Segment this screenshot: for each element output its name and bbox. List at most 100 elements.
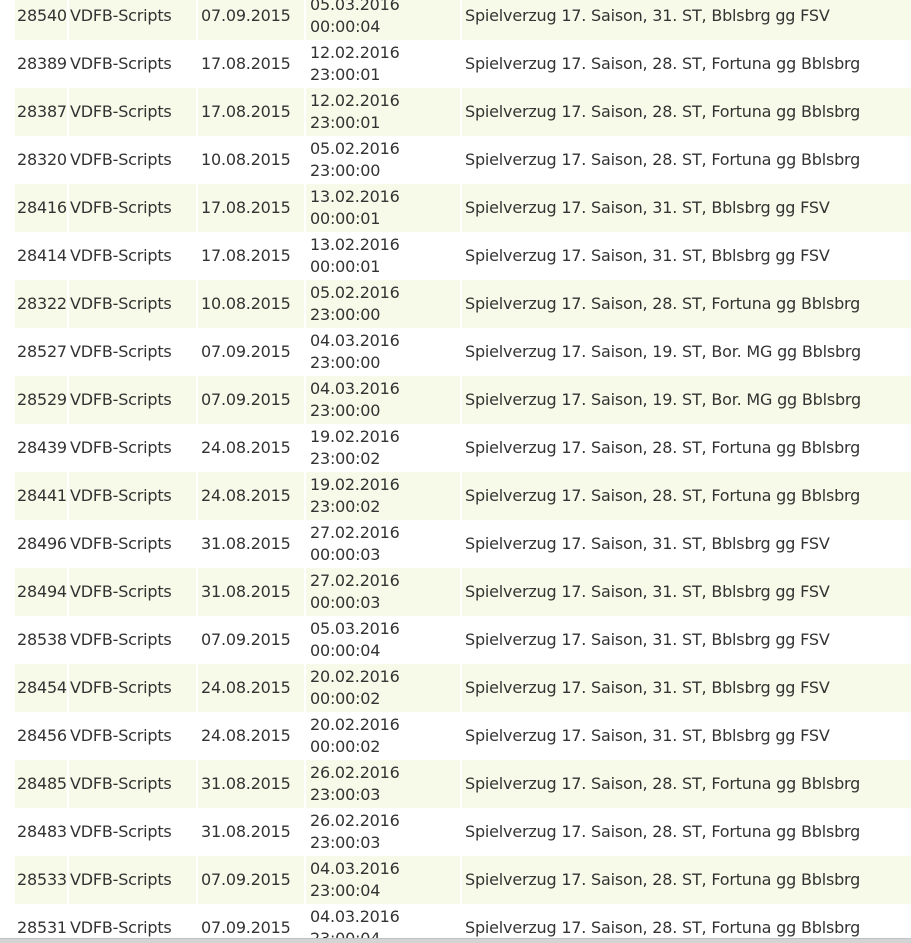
table-row: 28439 VDFB-Scripts 24.08.2015 19.02.2016 23:… [15, 424, 911, 472]
due-datetime-cell: 12.02.2016 23:00:01 [304, 88, 461, 136]
due-date: 12.02.2016 [310, 43, 400, 62]
due-date: 13.02.2016 [310, 187, 400, 206]
horizontal-scrollbar[interactable] [0, 938, 911, 943]
due-time: 00:00:04 [310, 17, 381, 36]
due-date: 20.02.2016 [310, 715, 400, 734]
table-row: 28322 VDFB-Scripts 10.08.2015 05.02.2016 23:… [15, 280, 911, 328]
created-date-cell: 31.08.2015 [196, 760, 305, 808]
description-cell: Spielverzug 17. Saison, 19. ST, Bor. MG … [460, 376, 911, 424]
created-date-cell: 24.08.2015 [196, 664, 305, 712]
due-time: 23:00:01 [310, 65, 381, 84]
description-cell: Spielverzug 17. Saison, 28. ST, Fortuna … [460, 40, 911, 88]
due-datetime-cell: 13.02.2016 00:00:01 [304, 232, 461, 280]
description-cell: Spielverzug 17. Saison, 31. ST, Bblsbrg … [460, 520, 911, 568]
due-date: 19.02.2016 [310, 427, 400, 446]
created-date-cell: 31.08.2015 [196, 568, 305, 616]
created-date-cell: 07.09.2015 [196, 856, 305, 904]
description-cell: Spielverzug 17. Saison, 19. ST, Bor. MG … [460, 328, 911, 376]
due-date: 05.03.2016 [310, 0, 400, 14]
job-id-cell: 28483 [15, 808, 68, 856]
description-cell: Spielverzug 17. Saison, 28. ST, Fortuna … [460, 760, 911, 808]
due-datetime-cell: 05.03.2016 00:00:04 [304, 0, 461, 40]
due-datetime-cell: 20.02.2016 00:00:02 [304, 712, 461, 760]
table-row: 28483 VDFB-Scripts 31.08.2015 26.02.2016 23:… [15, 808, 911, 856]
user-cell: VDFB-Scripts [67, 424, 197, 472]
created-date-cell: 07.09.2015 [196, 328, 305, 376]
description-cell: Spielverzug 17. Saison, 31. ST, Bblsbrg … [460, 232, 911, 280]
due-date: 27.02.2016 [310, 523, 400, 542]
description-cell: Spielverzug 17. Saison, 28. ST, Fortuna … [460, 88, 911, 136]
due-time: 23:00:03 [310, 833, 381, 852]
user-cell: VDFB-Scripts [67, 856, 197, 904]
table-row: 28387 VDFB-Scripts 17.08.2015 12.02.2016 23:… [15, 88, 911, 136]
due-time: 00:00:02 [310, 689, 381, 708]
table-row: 28416 VDFB-Scripts 17.08.2015 13.02.2016 00:… [15, 184, 911, 232]
due-time: 23:00:02 [310, 497, 381, 516]
created-date-cell: 07.09.2015 [196, 0, 305, 40]
due-datetime-cell: 12.02.2016 23:00:01 [304, 40, 461, 88]
due-date: 13.02.2016 [310, 235, 400, 254]
job-id-cell: 28414 [15, 232, 68, 280]
table-row: 28496 VDFB-Scripts 31.08.2015 27.02.2016 00:… [15, 520, 911, 568]
job-id-cell: 28485 [15, 760, 68, 808]
description-cell: Spielverzug 17. Saison, 31. ST, Bblsbrg … [460, 184, 911, 232]
due-datetime-cell: 27.02.2016 00:00:03 [304, 568, 461, 616]
due-time: 00:00:02 [310, 737, 381, 756]
page-viewport: 28540 VDFB-Scripts 07.09.2015 05.03.2016 00:… [0, 0, 911, 943]
user-cell: VDFB-Scripts [67, 376, 197, 424]
created-date-cell: 17.08.2015 [196, 40, 305, 88]
user-cell: VDFB-Scripts [67, 0, 197, 40]
job-id-cell: 28496 [15, 520, 68, 568]
user-cell: VDFB-Scripts [67, 40, 197, 88]
user-cell: VDFB-Scripts [67, 664, 197, 712]
job-id-cell: 28441 [15, 472, 68, 520]
due-time: 00:00:04 [310, 641, 381, 660]
table-body: 28540 VDFB-Scripts 07.09.2015 05.03.2016 00:… [15, 0, 911, 943]
user-cell: VDFB-Scripts [67, 472, 197, 520]
user-cell: VDFB-Scripts [67, 760, 197, 808]
due-time: 23:00:00 [310, 161, 381, 180]
description-cell: Spielverzug 17. Saison, 28. ST, Fortuna … [460, 424, 911, 472]
due-time: 23:00:03 [310, 785, 381, 804]
user-cell: VDFB-Scripts [67, 136, 197, 184]
description-cell: Spielverzug 17. Saison, 31. ST, Bblsbrg … [460, 0, 911, 40]
description-cell: Spielverzug 17. Saison, 28. ST, Fortuna … [460, 856, 911, 904]
user-cell: VDFB-Scripts [67, 88, 197, 136]
due-date: 19.02.2016 [310, 475, 400, 494]
created-date-cell: 10.08.2015 [196, 280, 305, 328]
due-datetime-cell: 04.03.2016 23:00:04 [304, 856, 461, 904]
description-cell: Spielverzug 17. Saison, 31. ST, Bblsbrg … [460, 712, 911, 760]
description-cell: Spielverzug 17. Saison, 28. ST, Fortuna … [460, 280, 911, 328]
due-date: 27.02.2016 [310, 571, 400, 590]
job-id-cell: 28527 [15, 328, 68, 376]
due-date: 04.03.2016 [310, 379, 400, 398]
due-time: 23:00:04 [310, 881, 381, 900]
due-time: 00:00:01 [310, 209, 381, 228]
description-cell: Spielverzug 17. Saison, 31. ST, Bblsbrg … [460, 616, 911, 664]
job-id-cell: 28494 [15, 568, 68, 616]
table-row: 28441 VDFB-Scripts 24.08.2015 19.02.2016 23:… [15, 472, 911, 520]
table-row: 28529 VDFB-Scripts 07.09.2015 04.03.2016 23:… [15, 376, 911, 424]
description-cell: Spielverzug 17. Saison, 28. ST, Fortuna … [460, 808, 911, 856]
user-cell: VDFB-Scripts [67, 328, 197, 376]
due-time: 00:00:01 [310, 257, 381, 276]
due-date: 12.02.2016 [310, 91, 400, 110]
table-row: 28538 VDFB-Scripts 07.09.2015 05.03.2016 00:… [15, 616, 911, 664]
description-cell: Spielverzug 17. Saison, 31. ST, Bblsbrg … [460, 664, 911, 712]
job-id-cell: 28320 [15, 136, 68, 184]
due-date: 26.02.2016 [310, 811, 400, 830]
due-datetime-cell: 05.02.2016 23:00:00 [304, 136, 461, 184]
user-cell: VDFB-Scripts [67, 712, 197, 760]
user-cell: VDFB-Scripts [67, 280, 197, 328]
due-datetime-cell: 13.02.2016 00:00:01 [304, 184, 461, 232]
due-datetime-cell: 05.02.2016 23:00:00 [304, 280, 461, 328]
table-row: 28414 VDFB-Scripts 17.08.2015 13.02.2016 00:… [15, 232, 911, 280]
created-date-cell: 17.08.2015 [196, 232, 305, 280]
due-date: 05.03.2016 [310, 619, 400, 638]
created-date-cell: 17.08.2015 [196, 184, 305, 232]
due-time: 00:00:03 [310, 545, 381, 564]
table-row: 28320 VDFB-Scripts 10.08.2015 05.02.2016 23:… [15, 136, 911, 184]
table-row: 28540 VDFB-Scripts 07.09.2015 05.03.2016 00:… [15, 0, 911, 40]
due-time: 00:00:03 [310, 593, 381, 612]
table-row: 28485 VDFB-Scripts 31.08.2015 26.02.2016 23:… [15, 760, 911, 808]
